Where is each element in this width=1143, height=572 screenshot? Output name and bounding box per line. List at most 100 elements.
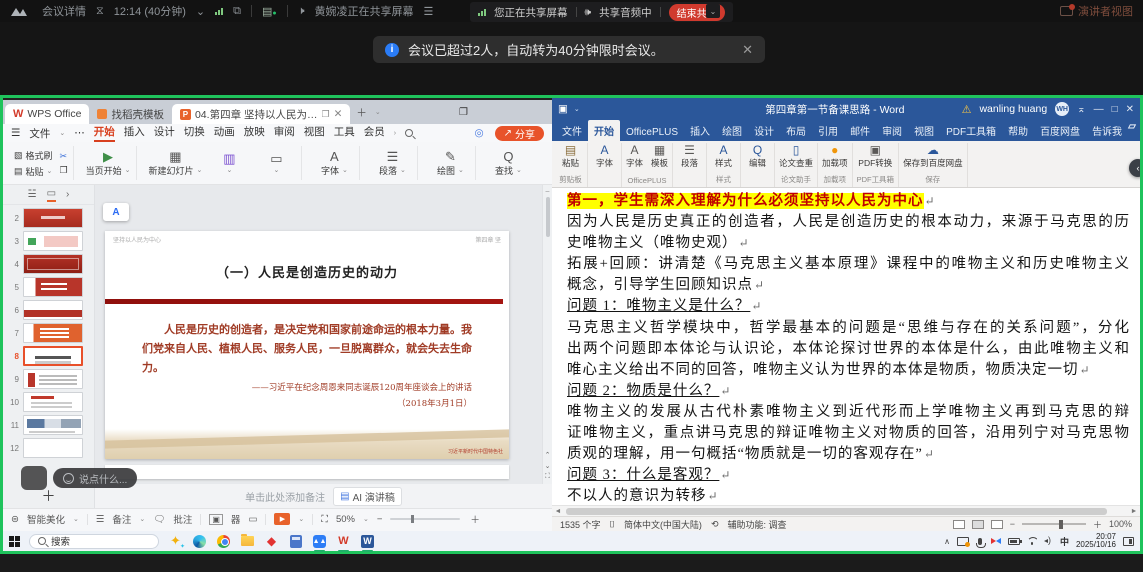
textbox-button[interactable]: ▭⌄ bbox=[256, 152, 296, 174]
sorter-view-icon[interactable]: 器 bbox=[231, 512, 241, 526]
meeting-tray-icon[interactable] bbox=[991, 537, 1001, 545]
language-status[interactable]: 简体中文(中国大陆) bbox=[624, 518, 702, 531]
ribbon-tab[interactable]: 邮件 bbox=[844, 120, 876, 141]
ribbon-tab[interactable]: 审阅 bbox=[876, 120, 908, 141]
wps-home-tab[interactable]: W WPS Office bbox=[5, 104, 89, 124]
hamburger-icon[interactable]: ☰ bbox=[11, 127, 20, 139]
document-line[interactable]: 出两个问题即本体论与认识论，本体论探讨世界的本体是什么，由此唯物主义和 bbox=[567, 339, 1130, 360]
ribbon-tab[interactable]: 文件 bbox=[556, 120, 588, 141]
accessibility-status[interactable]: 辅助功能: 调查 bbox=[727, 518, 786, 531]
ribbon-options-icon[interactable]: ⌅ bbox=[1077, 104, 1085, 115]
reading-view-icon[interactable]: ▭ bbox=[248, 514, 257, 525]
slide-thumbnail[interactable]: 3 bbox=[7, 231, 90, 251]
font-button[interactable]: A字体⌄ bbox=[314, 150, 354, 177]
calculator-icon[interactable] bbox=[288, 534, 303, 549]
normal-view-icon[interactable]: ▣ bbox=[209, 514, 223, 525]
scroll-right-icon[interactable]: ► bbox=[1128, 508, 1140, 515]
word-count[interactable]: 1535 个字 bbox=[560, 518, 601, 531]
slide-scrollbar[interactable]: – ⌃ ⌄ ⛶ bbox=[542, 185, 552, 484]
slide-canvas[interactable]: A 坚持以人民为中心 第四章 坚 （一）人民是创造历史的动力 人民是历史的创造者… bbox=[95, 185, 552, 484]
battery-icon[interactable] bbox=[1008, 538, 1020, 545]
next-slide-icon[interactable]: ⌄ bbox=[545, 462, 551, 470]
ime-indicator[interactable]: 中 bbox=[1060, 535, 1069, 548]
document-line[interactable]: 第一，学生需深入理解为什么必须坚持以人民为中心↵ bbox=[567, 191, 1130, 212]
chat-input[interactable]: 说点什么... bbox=[53, 468, 137, 488]
ribbon-button[interactable]: A 样式 bbox=[715, 144, 732, 169]
tab-list-caret-icon[interactable]: ⌄ bbox=[375, 108, 381, 116]
meeting-bubble[interactable] bbox=[21, 466, 47, 490]
ribbon-tab[interactable]: PDF工具箱 bbox=[940, 120, 1002, 141]
toast-close-icon[interactable]: ✕ bbox=[742, 42, 753, 58]
ribbon-tab[interactable]: 引用 bbox=[812, 120, 844, 141]
tab-close-icon[interactable]: ✕ bbox=[334, 108, 343, 120]
document-line[interactable]: 问题 1：唯物主义是什么？↵ bbox=[567, 296, 1130, 317]
slide-thumbnail[interactable]: 8 bbox=[7, 346, 90, 366]
paste-button[interactable]: ▤粘贴⌄ bbox=[14, 165, 53, 178]
slide-thumbnail[interactable]: 4 bbox=[7, 254, 90, 274]
document-line[interactable]: 问题 3：什么是客观？↵ bbox=[567, 465, 1130, 486]
edge-icon[interactable] bbox=[192, 534, 207, 549]
beautify-button[interactable]: 智能美化 bbox=[27, 512, 65, 526]
fit-icon[interactable]: ⛶ bbox=[545, 473, 550, 481]
web-layout-icon[interactable] bbox=[991, 520, 1003, 529]
document-line[interactable]: 问题 2：物质是什么？↵ bbox=[567, 381, 1130, 402]
ribbon-tab[interactable]: 设计 bbox=[748, 120, 780, 141]
proofing-icon[interactable]: ⌷ bbox=[610, 519, 615, 530]
wps-menu-item[interactable]: 设计 bbox=[154, 124, 175, 142]
wps-menu-item[interactable]: 动画 bbox=[214, 124, 235, 142]
ribbon-button[interactable]: ☰ 段落 bbox=[681, 144, 698, 169]
document-line[interactable]: 唯物主义的发展从古代朴素唯物主义到近代形而上学唯物主义再到马克思的辩 bbox=[567, 402, 1130, 423]
ribbon-collapse-button[interactable]: ‹ bbox=[1129, 159, 1140, 177]
wps-menu-item[interactable]: 切换 bbox=[184, 124, 205, 142]
ribbon-button[interactable]: ▣ PDF转换 bbox=[858, 144, 892, 169]
outline-view-icon[interactable]: ☱ bbox=[28, 189, 37, 200]
zoom-in-button[interactable]: ＋ bbox=[1093, 518, 1102, 531]
ribbon-button[interactable]: ● 加载项 bbox=[822, 144, 848, 169]
new-tab-button[interactable]: ＋ bbox=[356, 105, 367, 120]
share-bar-caret[interactable]: ⌄ bbox=[706, 4, 720, 18]
wps-docer-tab[interactable]: 找稻壳模板 bbox=[89, 104, 172, 124]
hidden-icons-chevron[interactable]: ∧ bbox=[944, 537, 950, 546]
slide-layout-button[interactable]: ▥⌄ bbox=[209, 152, 249, 174]
document-line[interactable]: 史唯物主义（唯物史观）↵ bbox=[567, 233, 1130, 254]
chrome-icon[interactable] bbox=[216, 534, 231, 549]
ribbon-button[interactable]: ☁ 保存到百度网盘 bbox=[903, 144, 963, 169]
beautify-icon[interactable]: ⊜ bbox=[11, 514, 19, 525]
zoom-slider[interactable] bbox=[390, 518, 460, 520]
screen-share-tray-icon[interactable] bbox=[957, 537, 969, 546]
slide-thumbnail[interactable]: 12 bbox=[7, 438, 90, 458]
wifi-icon[interactable] bbox=[1027, 537, 1037, 545]
scrollbar-thumb[interactable] bbox=[566, 508, 1107, 515]
zoom-value[interactable]: 50% bbox=[336, 514, 355, 525]
taskbar-search[interactable]: 搜索 bbox=[29, 534, 159, 549]
wps-maximize-button[interactable]: ❐ bbox=[459, 107, 468, 118]
start-button[interactable] bbox=[9, 536, 20, 547]
ribbon-button[interactable]: ▯ 论文查重 bbox=[779, 144, 813, 169]
zoom-out-button[interactable]: − bbox=[1010, 519, 1015, 529]
word-app-icon[interactable]: W bbox=[360, 534, 375, 549]
read-mode-icon[interactable] bbox=[953, 520, 965, 529]
wps-menu-item[interactable]: 开始 bbox=[94, 124, 115, 142]
cut-icon[interactable]: ✂ bbox=[60, 151, 68, 162]
user-name[interactable]: wanling huang bbox=[979, 103, 1047, 115]
clock[interactable]: 20:07 2025/10/16 bbox=[1076, 533, 1116, 549]
meeting-app-icon[interactable]: ▲▲ bbox=[312, 534, 327, 549]
notes-toggle-icon[interactable]: ☰ bbox=[96, 514, 105, 525]
zoom-value[interactable]: 100% bbox=[1109, 519, 1132, 529]
wps-menu-item[interactable]: 视图 bbox=[304, 124, 325, 142]
ribbon-button[interactable]: Q 编辑 bbox=[749, 144, 766, 169]
slide-thumbnail[interactable]: 6 bbox=[7, 300, 90, 320]
save-icon[interactable]: ▣ bbox=[558, 103, 568, 115]
slideshow-button[interactable]: ▶ bbox=[274, 513, 290, 525]
ribbon-tab[interactable]: 告诉我 bbox=[1086, 120, 1128, 141]
slide-thumbnail[interactable]: 7 bbox=[7, 323, 90, 343]
comment-toggle[interactable]: 批注 bbox=[173, 512, 192, 526]
meeting-details-button[interactable]: 会议详情 bbox=[42, 3, 86, 19]
recording-doc-icon[interactable]: ▤● bbox=[262, 5, 277, 18]
chevron-down-icon[interactable]: ⌄ bbox=[196, 5, 205, 18]
document-line[interactable]: 唯心主义给出不同的回答，唯物主义认为世界的本体是物质，物质决定一切↵ bbox=[567, 360, 1130, 381]
wps-menu-item[interactable]: 会员 bbox=[364, 124, 385, 142]
network-signal-icon[interactable] bbox=[215, 8, 223, 15]
notes-toggle[interactable]: 备注 bbox=[112, 512, 131, 526]
ribbon-tab[interactable]: 开始 bbox=[588, 120, 620, 141]
